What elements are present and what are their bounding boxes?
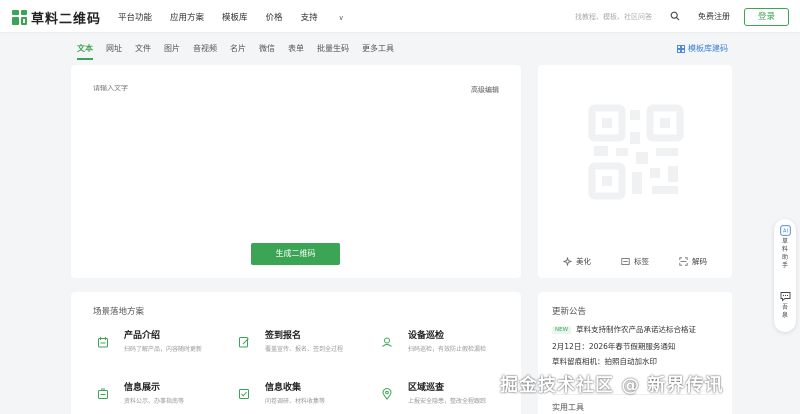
- tab-batch[interactable]: 批量生码: [317, 43, 349, 54]
- update-item[interactable]: 2月12日：2026年春节假期服务通知: [552, 341, 675, 352]
- update-text: 草料支持制作农产品承诺达标合格证: [576, 325, 697, 334]
- scene-checkin[interactable]: 签到报名 覆盖宣传、报名、签到全过程: [238, 328, 343, 353]
- scene-desc: 扫码了解产品，内容随时更新: [124, 346, 203, 353]
- assistant-button[interactable]: AI 草料助手: [774, 225, 796, 270]
- location-icon: [382, 388, 392, 400]
- scene-desc: 扫码巡检，有效防止假检漏检: [408, 346, 487, 353]
- tab-wechat[interactable]: 微信: [259, 43, 275, 54]
- text-editor-card: 高级编辑 生成二维码: [71, 65, 521, 278]
- beautify-button[interactable]: 美化: [563, 256, 591, 267]
- scene-desc: 问卷调研、材料收集等: [265, 398, 326, 405]
- advanced-edit-link[interactable]: 高级编辑: [471, 85, 499, 95]
- update-item[interactable]: 草料留痕相机：拍照自动加水印: [552, 356, 657, 367]
- qr-placeholder-icon: [588, 104, 684, 200]
- tools-title: 实用工具: [552, 403, 584, 412]
- nav-item-support-label: 支持: [300, 13, 318, 23]
- scene-name: 签到报名: [265, 331, 302, 341]
- nav-item-pricing[interactable]: 价格: [266, 11, 283, 23]
- scenes-title: 场景落地方案: [93, 307, 145, 317]
- update-text: 草料留痕相机：拍照自动加水印: [552, 357, 657, 366]
- grid-icon: [677, 44, 685, 53]
- tab-more-tools[interactable]: 更多工具: [362, 43, 394, 54]
- logo-icon: [12, 10, 27, 25]
- floating-toolbar: AI 草料助手 吾泉: [774, 219, 796, 332]
- ai-icon: AI: [779, 225, 791, 236]
- login-button[interactable]: 登录: [744, 8, 789, 26]
- chevron-down-icon: ∨: [338, 14, 344, 22]
- nav-item-support[interactable]: 支持 ∨: [301, 11, 362, 23]
- nav-item-templates[interactable]: 模板库: [222, 11, 248, 23]
- feedback-button[interactable]: 吾泉: [774, 291, 796, 320]
- scene-info-collect[interactable]: 信息收集 问卷调研、材料收集等: [238, 380, 325, 405]
- checkin-icon: [239, 337, 249, 348]
- update-item[interactable]: NEW 草料支持制作农产品承诺达标合格证: [552, 324, 696, 335]
- main-nav: 平台功能 应用方案 模板库 价格 支持 ∨: [118, 11, 380, 23]
- tab-url[interactable]: 网址: [106, 43, 122, 54]
- tab-video[interactable]: 音视频: [193, 43, 217, 54]
- generate-qr-button[interactable]: 生成二维码: [251, 243, 340, 265]
- watermark: 掘金技术社区 @ 新界传讯: [500, 375, 724, 396]
- tab-text[interactable]: 文本: [77, 43, 93, 60]
- scene-desc: 覆盖宣传、报名、签到全过程: [265, 346, 344, 353]
- tab-form[interactable]: 表单: [288, 43, 304, 54]
- template-library-label: 模板库建码: [688, 44, 728, 53]
- decode-button[interactable]: 解码: [679, 256, 707, 267]
- new-badge: NEW: [552, 325, 572, 334]
- scene-desc: 资料公示、办事指南等: [124, 398, 185, 405]
- scene-info-display[interactable]: 信息展示 资料公示、办事指南等: [97, 380, 184, 405]
- product-icon: [98, 337, 108, 348]
- scene-name: 信息展示: [124, 383, 161, 393]
- logo-text: 草料二维码: [31, 12, 102, 27]
- inspection-icon: [382, 337, 392, 347]
- search-icon[interactable]: [670, 11, 680, 21]
- scene-solutions-card: 场景落地方案 产品介绍 扫码了解产品，内容随时更新 签到报名 覆盖宣传、报名、签…: [71, 292, 521, 414]
- scene-name: 产品介绍: [124, 331, 161, 341]
- register-link[interactable]: 免费注册: [698, 11, 730, 22]
- decode-icon: [679, 257, 688, 266]
- scene-name: 信息收集: [265, 383, 302, 393]
- text-input[interactable]: [93, 85, 293, 92]
- scene-area-patrol[interactable]: 区域巡查 上报安全隐患，整改全程跟踪: [381, 380, 486, 405]
- decode-label: 解码: [692, 257, 707, 266]
- info-icon: [98, 388, 108, 399]
- feedback-label: 吾泉: [781, 304, 788, 319]
- qr-preview-card: 美化 标签 解码: [538, 65, 732, 278]
- updates-title: 更新公告: [552, 307, 587, 317]
- scene-desc: 上报安全隐患，整改全程跟踪: [408, 398, 487, 405]
- sparkle-icon: [563, 257, 572, 266]
- tab-image[interactable]: 图片: [164, 43, 180, 54]
- label-label: 标签: [634, 257, 649, 266]
- assistant-label: 草料助手: [781, 238, 788, 269]
- nav-item-solutions[interactable]: 应用方案: [170, 11, 204, 23]
- search-input[interactable]: 找教程、模板、社区问答: [575, 12, 652, 22]
- beautify-label: 美化: [576, 257, 591, 266]
- scene-name: 设备巡检: [408, 331, 445, 341]
- tab-file[interactable]: 文件: [135, 43, 151, 54]
- template-library-link[interactable]: 模板库建码: [677, 43, 728, 54]
- chat-icon: [780, 292, 790, 302]
- logo[interactable]: 草料二维码: [12, 8, 101, 27]
- label-button[interactable]: 标签: [621, 256, 649, 267]
- scene-product-intro[interactable]: 产品介绍 扫码了解产品，内容随时更新: [97, 328, 202, 353]
- type-tabs: 文本 网址 文件 图片 音视频 名片 微信 表单 批量生码 更多工具: [77, 43, 407, 60]
- scene-inspection[interactable]: 设备巡检 扫码巡检，有效防止假检漏检: [381, 328, 486, 353]
- svg-text:AI: AI: [783, 229, 788, 235]
- label-icon: [621, 258, 630, 265]
- update-text: 2月12日：2026年春节假期服务通知: [552, 342, 676, 351]
- tab-card[interactable]: 名片: [230, 43, 246, 54]
- top-header: 草料二维码 平台功能 应用方案 模板库 价格 支持 ∨ 找教程、模板、社区问答 免…: [0, 0, 800, 33]
- nav-item-features[interactable]: 平台功能: [118, 11, 152, 23]
- collect-icon: [239, 389, 249, 399]
- scene-name: 区域巡查: [408, 383, 445, 393]
- qr-action-bar: 美化 标签 解码: [538, 256, 732, 267]
